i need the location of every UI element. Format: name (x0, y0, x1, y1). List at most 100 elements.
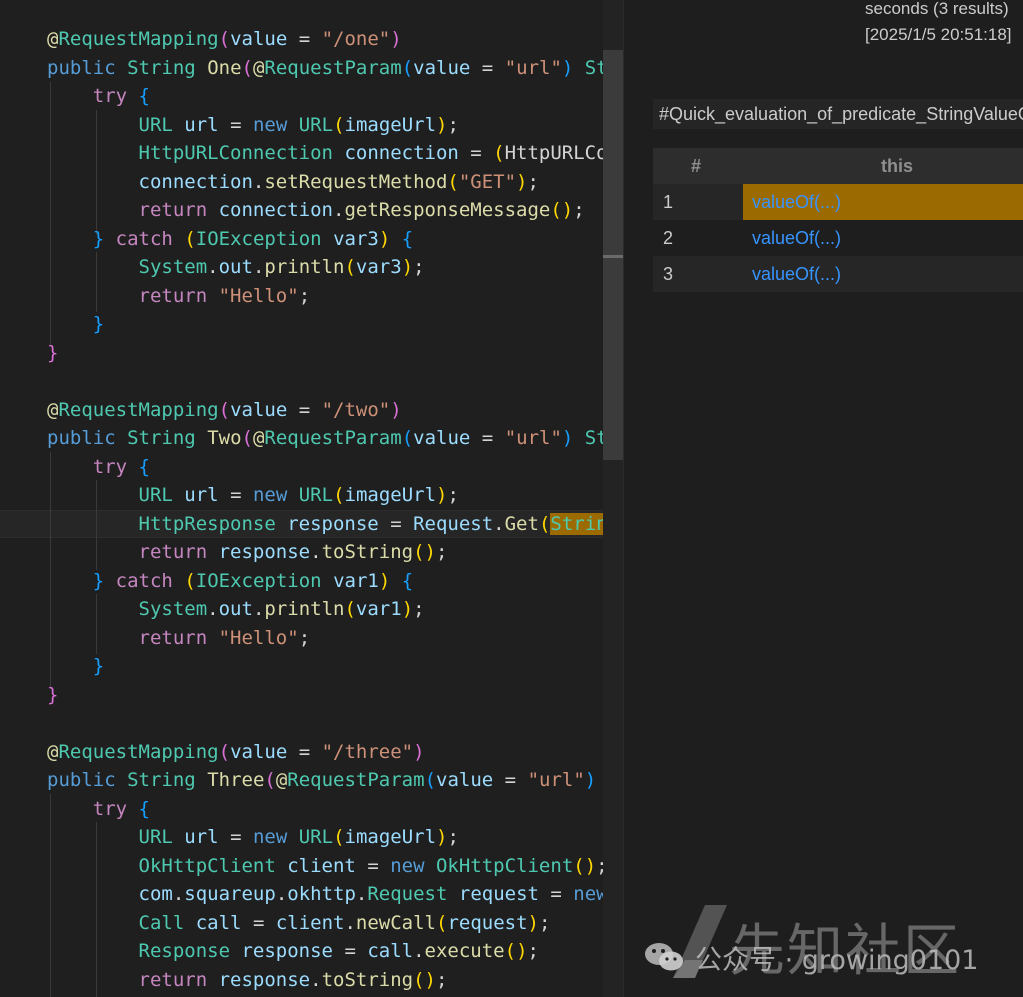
code-line[interactable]: URL url = new URL(imageUrl); (47, 481, 459, 509)
code-token: imageUrl (344, 826, 437, 848)
code-token: ; (413, 256, 425, 278)
code-token: ( (344, 598, 356, 620)
code-token: . (310, 541, 322, 563)
code-token: ( (184, 569, 196, 592)
code-line[interactable]: public String Three(@RequestParam(value … (47, 766, 619, 794)
code-line[interactable]: return response.toString(); (47, 538, 448, 566)
table-row[interactable]: 2 valueOf(...) (653, 220, 1023, 256)
code-line[interactable]: return "Hello"; (47, 282, 311, 310)
code-token: = (378, 512, 414, 535)
code-token: com (47, 883, 173, 905)
code-token: . (252, 170, 265, 193)
code-token: @ (252, 56, 265, 79)
code-token: () (504, 940, 528, 962)
code-line[interactable]: return "Hello"; (47, 624, 311, 652)
code-token: return (47, 626, 208, 649)
code-token: . (333, 199, 345, 221)
code-token: ( (401, 56, 414, 79)
code-token: Two (207, 427, 242, 449)
scrollbar-marker (603, 255, 623, 258)
code-line[interactable]: Call call = client.newCall(request); (47, 909, 551, 937)
code-line[interactable]: @RequestMapping(value = "/two") (47, 396, 402, 424)
code-token: ; (573, 199, 585, 221)
code-line[interactable]: try { (47, 82, 150, 110)
code-line[interactable]: Response response = call.execute(); (47, 937, 539, 965)
code-token: catch (115, 227, 173, 250)
code-token: "/one" (321, 28, 391, 50)
code-line[interactable]: URL url = new URL(imageUrl); (47, 111, 459, 139)
code-line[interactable]: } catch (IOException var3) { (47, 225, 413, 253)
code-token: () (573, 854, 597, 877)
code-token: imageUrl (344, 113, 437, 136)
code-line[interactable]: return connection.getResponseMessage(); (47, 196, 585, 224)
code-token: RequestMapping (58, 740, 219, 763)
code-token: = (218, 113, 253, 136)
code-line[interactable]: com.squareup.okhttp.Request request = ne… (47, 880, 608, 908)
code-token: getResponseMessage (344, 199, 551, 221)
code-token: toString (321, 541, 414, 563)
table-row[interactable]: 3 valueOf(...) (653, 256, 1023, 292)
code-token: value (413, 427, 471, 449)
code-token: ( (333, 484, 345, 506)
code-token: } (47, 313, 105, 335)
code-line[interactable]: return response.toString(); (47, 966, 448, 994)
code-line[interactable]: } (47, 652, 104, 680)
code-line[interactable]: } (47, 339, 58, 367)
code-line[interactable]: public String One(@RequestParam(value = … (47, 54, 619, 82)
result-value-link[interactable]: valueOf(...) (743, 220, 1023, 256)
code-token: connection (218, 199, 333, 221)
code-token: return (47, 284, 208, 307)
code-token: { (127, 455, 150, 478)
result-value-link[interactable]: valueOf(...) (743, 184, 1023, 220)
code-line[interactable]: } (47, 310, 104, 338)
code-line[interactable]: HttpURLConnection connection = (HttpURLC… (47, 139, 620, 167)
code-line[interactable]: @RequestMapping(value = "/three") (47, 738, 425, 766)
code-token: ) (561, 427, 574, 449)
code-token: String (127, 56, 196, 79)
column-header-this[interactable]: this (881, 148, 913, 184)
code-token: out (218, 598, 253, 620)
code-line[interactable]: try { (47, 795, 150, 823)
code-line[interactable]: try { (47, 453, 150, 481)
code-line[interactable]: } (47, 681, 58, 709)
code-line[interactable]: HttpResponse response = Request.Get(Stri… (47, 510, 620, 538)
column-header-number[interactable]: # (691, 148, 701, 184)
code-token: ( (333, 113, 345, 136)
code-editor[interactable]: @RequestMapping(value = "/one") public St… (0, 0, 623, 997)
code-token: = (470, 427, 505, 449)
row-number: 1 (663, 192, 674, 212)
code-token: return (47, 968, 208, 991)
code-line[interactable]: } catch (IOException var1) { (47, 567, 413, 595)
code-line[interactable]: URL url = new URL(imageUrl); (47, 823, 459, 851)
code-token: RequestMapping (58, 398, 219, 421)
code-token: ( (218, 398, 231, 421)
code-token: okhttp (287, 883, 356, 905)
code-line[interactable]: OkHttpClient client = new OkHttpClient()… (47, 852, 608, 880)
code-token: () (413, 541, 436, 563)
code-token: System (47, 598, 208, 620)
code-line[interactable]: System.out.println(var3); (47, 253, 425, 281)
code-token: ) (390, 398, 402, 421)
code-token: IOException (195, 227, 322, 250)
code-line[interactable]: connection.setRequestMethod("GET"); (47, 168, 539, 196)
result-value-link[interactable]: valueOf(...) (743, 256, 1023, 292)
code-token: URL (298, 113, 334, 136)
code-token: OkHttpClient (47, 854, 276, 877)
code-token: . (172, 883, 185, 905)
code-token: IOException (195, 569, 322, 592)
code-line[interactable]: public String Two(@RequestParam(value = … (47, 424, 619, 452)
table-row[interactable]: 1 valueOf(...) (653, 184, 1023, 220)
code-token: { (390, 569, 414, 592)
code-token: URL (47, 484, 173, 506)
code-line[interactable]: System.out.println(var1); (47, 595, 425, 623)
code-line[interactable]: @RequestMapping(value = "/one") (47, 25, 402, 53)
code-token: . (413, 940, 425, 962)
